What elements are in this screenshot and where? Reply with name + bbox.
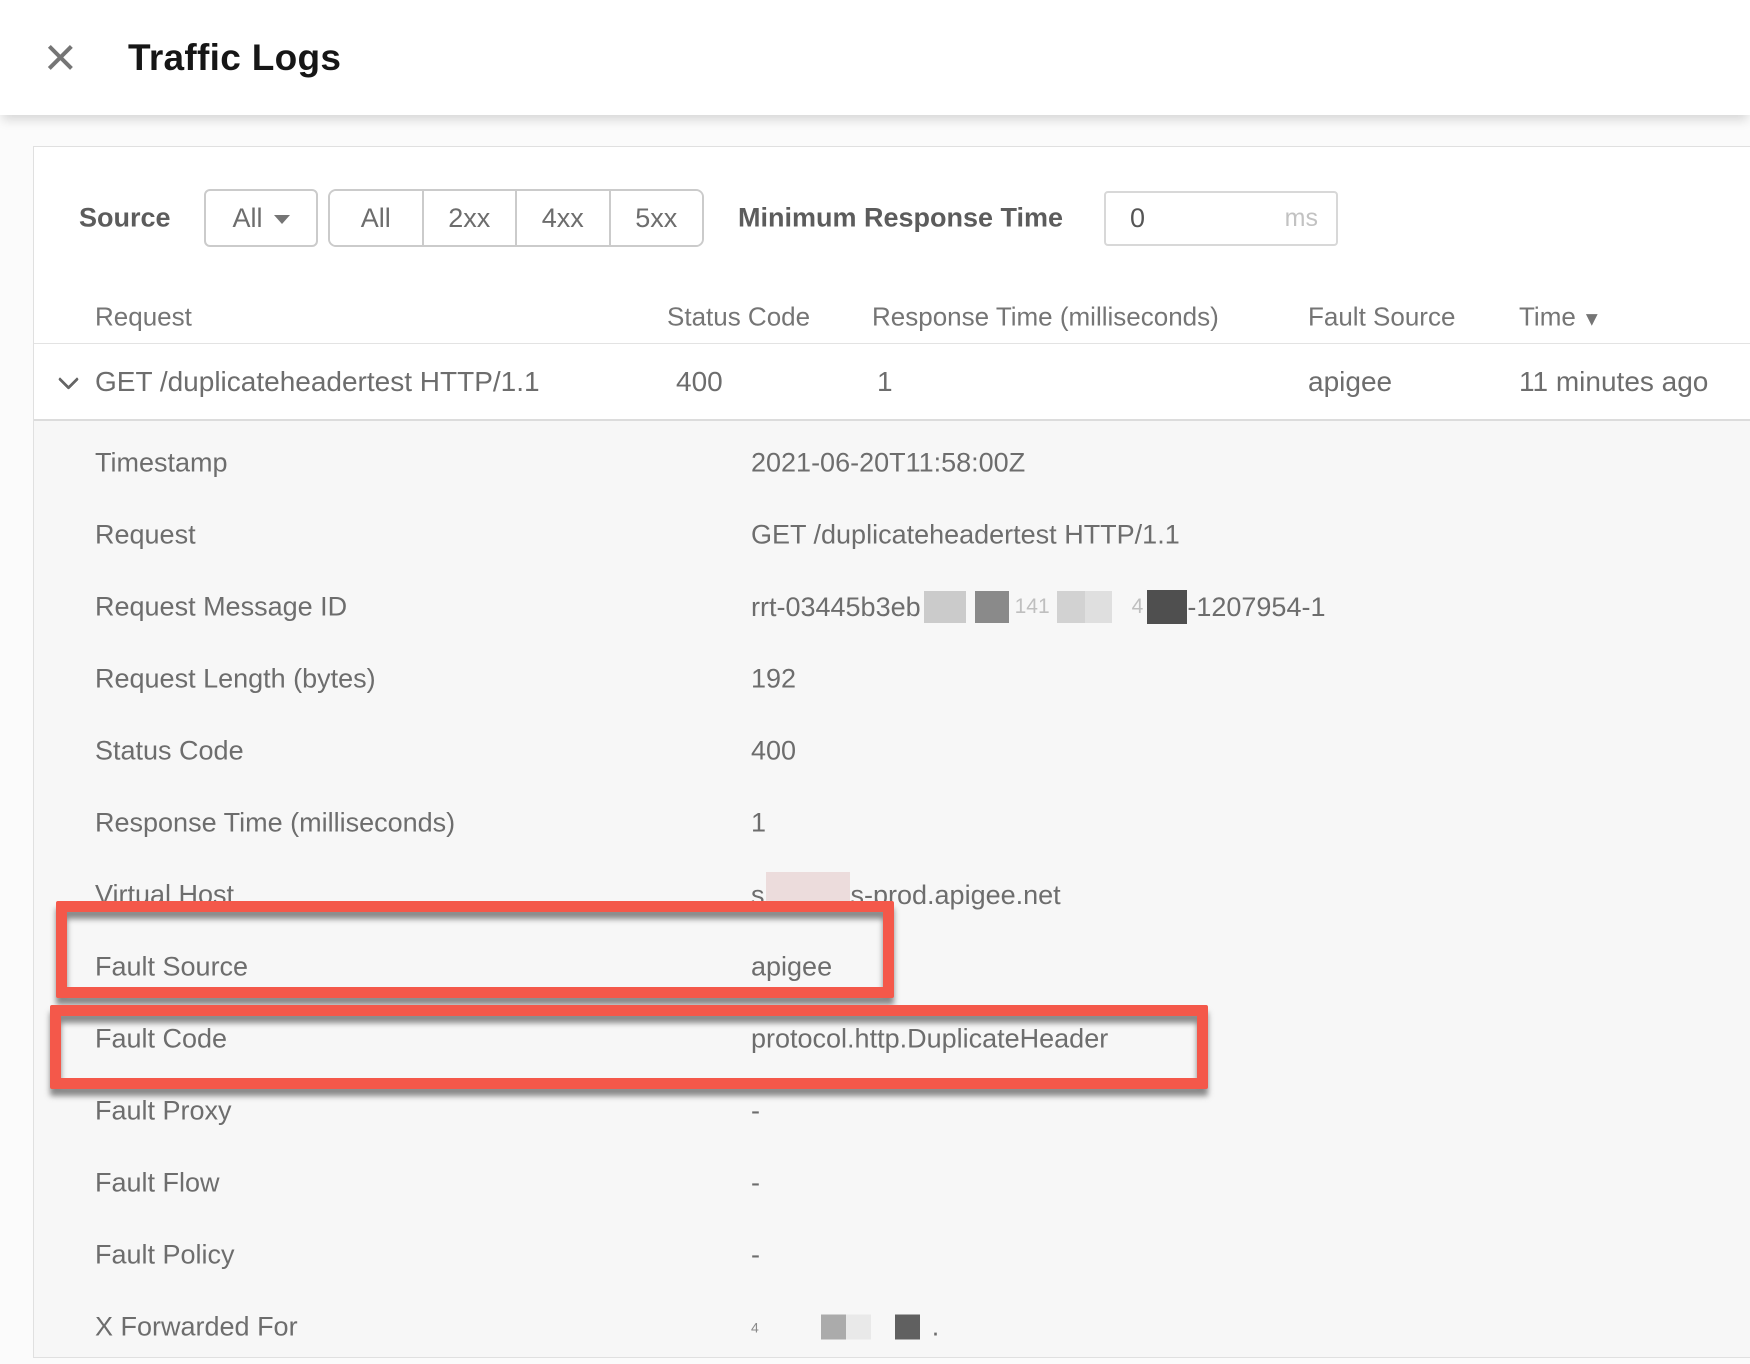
redaction-block xyxy=(846,1315,871,1340)
panel-header: × Traffic Logs xyxy=(0,0,1750,115)
detail-value: GET /duplicateheadertest HTTP/1.1 xyxy=(751,520,1180,551)
page-title: Traffic Logs xyxy=(128,37,341,79)
redaction-block xyxy=(1147,590,1187,624)
collapse-chevron-icon[interactable] xyxy=(58,369,79,390)
row-response-time: 1 xyxy=(877,366,893,398)
detail-value-redacted: rrt-03445b3eb 141 4 -1207954-1 xyxy=(751,590,1325,624)
detail-value-redacted: 4 . xyxy=(751,1312,939,1343)
redaction-block xyxy=(924,591,966,623)
row-status-code: 400 xyxy=(676,366,723,398)
log-detail-section: Timestamp 2021-06-20T11:58:00Z Request G… xyxy=(34,421,1750,1357)
detail-value: - xyxy=(751,1168,760,1199)
detail-row-response-time: Response Time (milliseconds) 1 xyxy=(34,787,1750,859)
detail-row-request-length: Request Length (bytes) 192 xyxy=(34,643,1750,715)
xff-ghost-text: 4 xyxy=(751,1319,759,1335)
column-status-code[interactable]: Status Code xyxy=(667,301,810,332)
highlight-box-fault-source xyxy=(56,901,894,998)
detail-value: 2021-06-20T11:58:00Z xyxy=(751,448,1025,479)
status-filter-all[interactable]: All xyxy=(330,191,422,245)
detail-label: Status Code xyxy=(95,736,244,767)
status-filter-group: All 2xx 4xx 5xx xyxy=(328,189,704,247)
xff-suffix: . xyxy=(932,1312,940,1343)
row-request: GET /duplicateheadertest HTTP/1.1 xyxy=(95,366,540,398)
redaction-block xyxy=(975,591,1009,623)
sort-desc-icon: ▼ xyxy=(1582,308,1602,330)
detail-row-fault-flow: Fault Flow - xyxy=(34,1147,1750,1219)
close-icon[interactable]: × xyxy=(44,28,77,84)
redaction-block xyxy=(895,1315,920,1340)
msgid-ghost-text: 141 xyxy=(1015,595,1050,619)
table-header: Request Status Code Response Time (milli… xyxy=(34,289,1750,344)
redaction-block xyxy=(1085,591,1112,623)
column-request[interactable]: Request xyxy=(95,301,192,332)
traffic-logs-panel: × Traffic Logs Source All All 2xx 4xx 5x… xyxy=(0,0,1750,1364)
detail-row-x-forwarded-for: X Forwarded For 4 . xyxy=(34,1291,1750,1357)
caret-down-icon xyxy=(274,215,290,224)
detail-value: - xyxy=(751,1240,760,1271)
column-response-time[interactable]: Response Time (milliseconds) xyxy=(872,301,1219,332)
detail-row-fault-policy: Fault Policy - xyxy=(34,1219,1750,1291)
detail-row-status-code: Status Code 400 xyxy=(34,715,1750,787)
status-filter-4xx[interactable]: 4xx xyxy=(515,191,609,245)
detail-label: Response Time (milliseconds) xyxy=(95,808,455,839)
detail-value: 1 xyxy=(751,808,766,839)
detail-label: Fault Proxy xyxy=(95,1096,232,1127)
min-response-time-field: ms xyxy=(1104,191,1338,246)
detail-label: Request xyxy=(95,520,196,551)
status-filter-5xx[interactable]: 5xx xyxy=(609,191,703,245)
source-dropdown-value: All xyxy=(232,203,262,234)
msgid-ghost-text: 4 xyxy=(1132,595,1144,619)
traffic-logs-card: Source All All 2xx 4xx 5xx Minimum Respo… xyxy=(33,146,1750,1358)
detail-label: Fault Policy xyxy=(95,1240,235,1271)
detail-row-request-message-id: Request Message ID rrt-03445b3eb 141 4 -… xyxy=(34,571,1750,643)
detail-value: 400 xyxy=(751,736,796,767)
detail-row-timestamp: Timestamp 2021-06-20T11:58:00Z xyxy=(34,427,1750,499)
ms-unit-label: ms xyxy=(1285,204,1336,233)
log-row[interactable]: GET /duplicateheadertest HTTP/1.1 400 1 … xyxy=(34,344,1750,420)
status-filter-2xx[interactable]: 2xx xyxy=(422,191,516,245)
detail-value: 192 xyxy=(751,664,796,695)
detail-row-request: Request GET /duplicateheadertest HTTP/1.… xyxy=(34,499,1750,571)
row-time: 11 minutes ago xyxy=(1519,366,1708,398)
detail-value: - xyxy=(751,1096,760,1127)
column-fault-source[interactable]: Fault Source xyxy=(1308,301,1455,332)
min-response-time-input[interactable] xyxy=(1106,202,1236,235)
redaction-block xyxy=(821,1315,846,1340)
column-time[interactable]: Time ▼ xyxy=(1519,301,1602,332)
detail-label: X Forwarded For xyxy=(95,1312,298,1343)
detail-label: Request Message ID xyxy=(95,592,347,623)
redaction-block xyxy=(1057,591,1085,623)
row-fault-source: apigee xyxy=(1308,366,1392,398)
min-response-time-label: Minimum Response Time xyxy=(738,203,1063,234)
msgid-suffix: -1207954-1 xyxy=(1187,592,1325,623)
source-label: Source xyxy=(79,203,171,234)
column-time-label: Time xyxy=(1519,301,1576,331)
detail-label: Request Length (bytes) xyxy=(95,664,376,695)
msgid-prefix: rrt-03445b3eb xyxy=(751,592,921,623)
source-dropdown[interactable]: All xyxy=(204,189,318,247)
detail-label: Timestamp xyxy=(95,448,228,479)
detail-label: Fault Flow xyxy=(95,1168,220,1199)
highlight-box-fault-code xyxy=(50,1005,1208,1089)
